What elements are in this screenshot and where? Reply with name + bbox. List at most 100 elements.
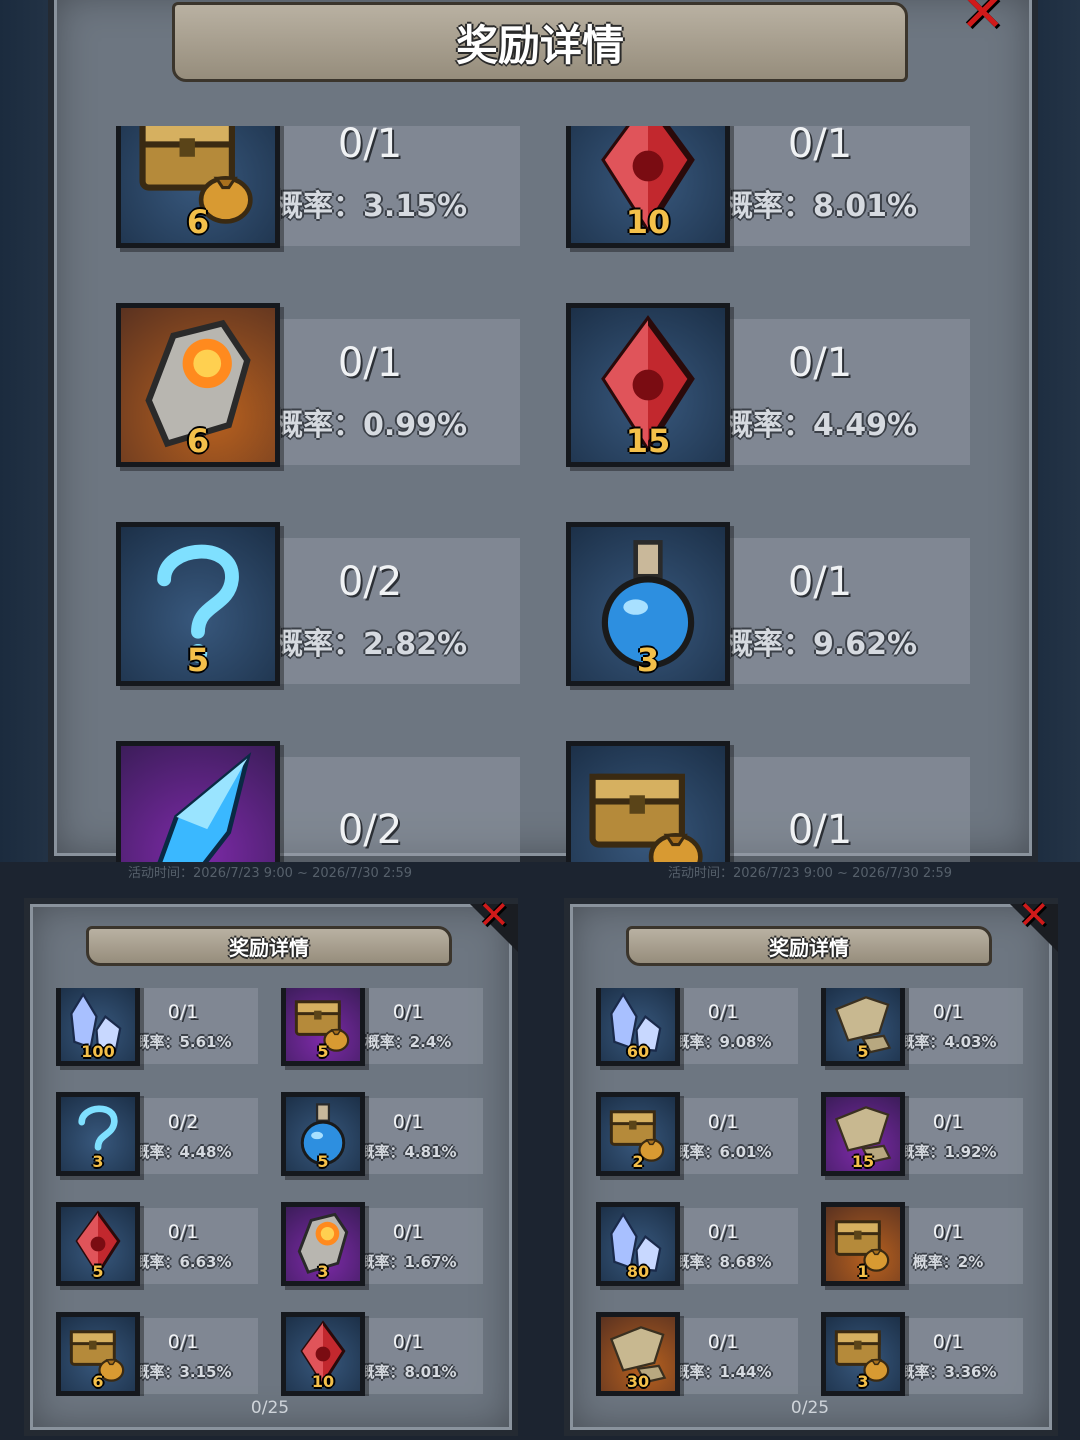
reward-icon-frame: 3 — [56, 1092, 140, 1176]
reward-count: 0/1 — [787, 340, 853, 386]
close-x-icon[interactable]: ✕ — [478, 896, 510, 934]
reward-item[interactable]: 0/1 概率：4.81% 5 — [273, 1092, 498, 1202]
reward-item[interactable]: 0/1 概率：9.08% 60 — [588, 988, 813, 1092]
reward-count: 0/1 — [787, 559, 853, 605]
reward-count: 0/1 — [167, 1000, 199, 1023]
reward-icon-frame: 6 — [116, 126, 280, 248]
reward-quantity: 6 — [92, 1372, 104, 1391]
event-time-left: 活动时间：2026/7/23 9:00 ~ 2026/7/30 2:59 — [127, 866, 413, 881]
reward-quantity: 3 — [857, 1372, 869, 1391]
reward-item[interactable]: 0/1 概率：8.01% 10 — [273, 1312, 498, 1396]
reward-icon-frame: 5 — [281, 988, 365, 1066]
reward-item[interactable]: 0/1 概率：8.01% 10 — [510, 126, 970, 303]
reward-count: 0/1 — [787, 807, 853, 853]
reward-item[interactable]: 0/1 概率：3.15% 6 — [60, 126, 520, 303]
reward-list-zoomed[interactable]: 0/1 概率：3.15% 6 0/1 概率：8.01% 10 0/1 概率：0.99% 6 0/1… — [60, 126, 1020, 862]
reward-item[interactable]: 0/1 — [510, 741, 970, 862]
reward-quantity: 15 — [625, 422, 671, 460]
drop-rate: 概率：1.44% — [674, 1362, 772, 1381]
drop-rate: 概率：1.92% — [899, 1142, 997, 1161]
reward-item[interactable]: 0/2 — [60, 741, 520, 862]
reward-count: 0/1 — [337, 126, 403, 167]
reward-list-left[interactable]: 0/1 概率：5.61% 100 0/1 概率：2.4% 5 0/2 概率：4.48% 3 0/1… — [48, 988, 498, 1396]
reward-quantity: 3 — [92, 1152, 104, 1171]
reward-list-right[interactable]: 0/1 概率：9.08% 60 0/1 概率：4.03% 5 0/1 概率：6.01% 2 0/1… — [588, 988, 1038, 1396]
reward-icon-frame: 3 — [821, 1312, 905, 1396]
reward-quantity: 60 — [626, 1042, 650, 1061]
drop-rate: 概率：8.01% — [359, 1362, 457, 1381]
reward-count: 0/1 — [337, 340, 403, 386]
drop-rate: 概率：2% — [912, 1252, 984, 1271]
reward-quantity: 30 — [626, 1372, 650, 1391]
reward-item[interactable]: 0/2 概率：2.82% 5 — [60, 522, 520, 741]
blue-shard-icon — [157, 752, 252, 862]
drop-rate: 概率：8.68% — [674, 1252, 772, 1271]
reward-item[interactable]: 0/1 概率：6.63% 5 — [48, 1202, 273, 1312]
reward-item[interactable]: 0/1 概率：3.15% 6 — [48, 1312, 273, 1396]
reward-count: 0/1 — [932, 1330, 964, 1353]
reward-icon-frame: 6 — [116, 303, 280, 467]
reward-count: 0/2 — [337, 559, 403, 605]
reward-count: 0/1 — [392, 1330, 424, 1353]
reward-quantity: 10 — [625, 203, 671, 241]
reward-item[interactable]: 0/1 概率：8.68% 80 — [588, 1202, 813, 1312]
drop-rate: 概率：4.49% — [722, 408, 918, 443]
reward-quantity: 5 — [857, 1042, 869, 1061]
reward-count: 0/1 — [167, 1330, 199, 1353]
reward-item[interactable]: 0/1 概率：6.01% 2 — [588, 1092, 813, 1202]
reward-item[interactable]: 0/1 概率：4.03% 5 — [813, 988, 1038, 1092]
reward-count: 0/1 — [392, 1110, 424, 1133]
reward-count: 0/1 — [392, 1220, 424, 1243]
reward-count: 0/2 — [337, 807, 403, 853]
drop-rate: 概率：1.67% — [359, 1252, 457, 1271]
reward-quantity: 3 — [636, 641, 660, 679]
close-x-icon[interactable]: ✕ — [960, 0, 1005, 40]
reward-item[interactable]: 0/1 概率：1.67% 3 — [273, 1202, 498, 1312]
collection-progress: 0/25 — [250, 1398, 290, 1418]
reward-count: 0/1 — [932, 1220, 964, 1243]
reward-icon-frame: 15 — [566, 303, 730, 467]
reward-icon-frame: 100 — [56, 988, 140, 1066]
panel-title-banner: 奖励详情 — [172, 2, 908, 82]
reward-item[interactable]: 0/1 概率：1.92% 15 — [813, 1092, 1038, 1202]
drop-rate: 概率：2.4% — [364, 1032, 452, 1051]
drop-rate: 概率：3.15% — [272, 189, 468, 224]
drop-rate: 概率：9.62% — [722, 627, 918, 662]
reward-quantity: 3 — [317, 1262, 329, 1281]
reward-item[interactable]: 0/1 概率：2.4% 5 — [273, 988, 498, 1092]
drop-rate: 概率：6.63% — [134, 1252, 232, 1271]
reward-count: 0/1 — [392, 1000, 424, 1023]
reward-item[interactable]: 0/1 概率：5.61% 100 — [48, 988, 273, 1092]
reward-count: 0/1 — [707, 1330, 739, 1353]
reward-item[interactable]: 0/1 概率：9.62% 3 — [510, 522, 970, 741]
reward-count: 0/1 — [707, 1110, 739, 1133]
reward-quantity: 2 — [632, 1152, 644, 1171]
reward-icon-frame: 1 — [821, 1202, 905, 1286]
reward-item[interactable]: 0/2 概率：4.48% 3 — [48, 1092, 273, 1202]
reward-icon-frame: 30 — [596, 1312, 680, 1396]
reward-quantity: 5 — [317, 1152, 329, 1171]
reward-item[interactable]: 0/1 概率：4.49% 15 — [510, 303, 970, 522]
reward-count: 0/1 — [787, 126, 853, 167]
panel-title-banner: 奖励详情 — [86, 926, 452, 966]
reward-item[interactable]: 0/1 概率：2% 1 — [813, 1202, 1038, 1312]
drop-rate: 概率：6.01% — [674, 1142, 772, 1161]
collection-progress: 0/25 — [790, 1398, 830, 1418]
panel-title: 奖励详情 — [455, 20, 624, 70]
reward-count: 0/1 — [167, 1220, 199, 1243]
drop-rate: 概率：5.61% — [134, 1032, 232, 1051]
reward-quantity: 5 — [92, 1262, 104, 1281]
close-x-icon[interactable]: ✕ — [1018, 896, 1050, 934]
reward-quantity: 80 — [626, 1262, 650, 1281]
reward-item[interactable]: 0/1 概率：1.44% 30 — [588, 1312, 813, 1396]
drop-rate: 概率：2.82% — [272, 627, 468, 662]
reward-item[interactable]: 0/1 概率：3.36% 3 — [813, 1312, 1038, 1396]
reward-icon-frame — [566, 741, 730, 862]
reward-count: 0/1 — [707, 1220, 739, 1243]
reward-icon-frame: 3 — [566, 522, 730, 686]
reward-icon-frame: 60 — [596, 988, 680, 1066]
event-time-right: 活动时间：2026/7/23 9:00 ~ 2026/7/30 2:59 — [667, 866, 953, 881]
reward-item[interactable]: 0/1 概率：0.99% 6 — [60, 303, 520, 522]
reward-count: 0/2 — [167, 1110, 199, 1133]
reward-quantity: 1 — [857, 1262, 869, 1281]
